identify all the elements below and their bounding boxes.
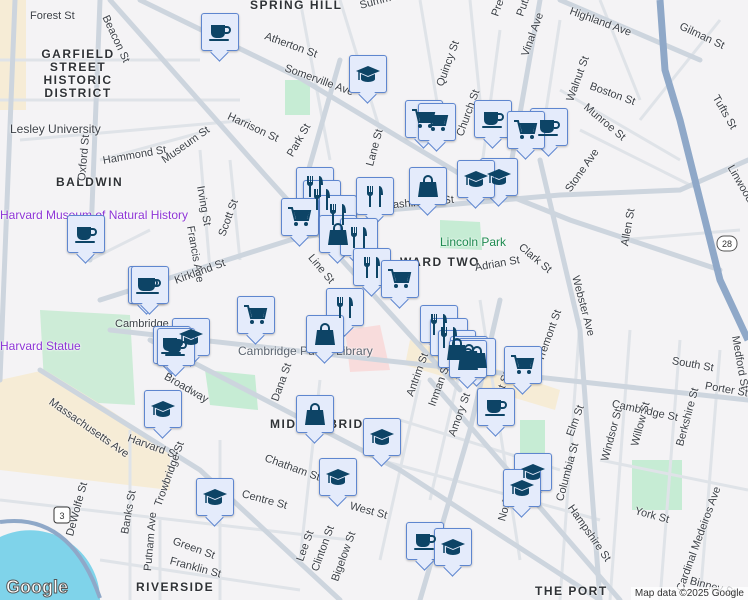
education-marker[interactable] — [319, 458, 357, 496]
shopping-marker[interactable] — [306, 315, 344, 353]
neighborhood-label: Riverside — [136, 580, 215, 594]
coffee-cup-icon — [163, 334, 189, 360]
neighborhood-label: The Port — [535, 584, 608, 598]
shopping-cart-icon — [510, 352, 536, 378]
shopping-cart-icon — [424, 109, 450, 135]
education-marker[interactable] — [196, 478, 234, 516]
park-area — [285, 80, 310, 115]
education-marker[interactable] — [363, 418, 401, 456]
route-28-shield: 28 — [716, 235, 738, 252]
education-marker[interactable] — [144, 390, 182, 428]
svg-text:3: 3 — [59, 511, 64, 521]
street-label: Forest St — [30, 10, 75, 22]
grocery-marker[interactable] — [504, 346, 542, 384]
coffee-marker[interactable] — [201, 13, 239, 51]
coffee-cup-icon — [137, 272, 163, 298]
neighborhood-label: Garfield Street Historic District — [41, 47, 115, 100]
shopping-bag-icon — [312, 321, 338, 347]
graduation-cap-icon — [509, 475, 535, 501]
poi-label[interactable]: Harvard Statue — [0, 339, 81, 353]
grocery-marker[interactable] — [381, 260, 419, 298]
graduation-cap-icon — [440, 534, 466, 560]
park-label[interactable]: Lincoln Park — [440, 235, 506, 249]
shopping-cart-icon — [243, 302, 269, 328]
coffee-cup-icon — [536, 114, 562, 140]
fork-knife-icon — [346, 224, 372, 250]
google-logo: Google — [6, 577, 69, 598]
grocery-marker[interactable] — [237, 296, 275, 334]
shopping-cart-icon — [513, 117, 539, 143]
graduation-cap-icon — [202, 484, 228, 510]
graduation-cap-icon — [355, 61, 381, 87]
graduation-cap-icon — [486, 164, 512, 190]
shopping-cart-icon — [387, 266, 413, 292]
fork-knife-icon — [332, 294, 358, 320]
map-attribution[interactable]: Map data ©2025 Google — [630, 587, 748, 600]
fork-knife-icon — [362, 183, 388, 209]
coffee-cup-icon — [73, 221, 99, 247]
restaurant-marker[interactable] — [356, 177, 394, 215]
graduation-cap-icon — [325, 464, 351, 490]
graduation-cap-icon — [369, 424, 395, 450]
shopping-bag-icon — [302, 401, 328, 427]
shopping-marker[interactable] — [409, 167, 447, 205]
graduation-cap-icon — [463, 166, 489, 192]
shopping-cart-icon — [287, 204, 313, 230]
coffee-cup-icon — [480, 106, 506, 132]
neighborhood-label: Baldwin — [56, 175, 124, 189]
shopping-bag-icon — [455, 346, 481, 372]
graduation-cap-icon — [150, 396, 176, 422]
coffee-marker[interactable] — [477, 388, 515, 426]
shopping-marker[interactable] — [296, 395, 334, 433]
shopping-bag-icon — [415, 173, 441, 199]
coffee-cup-icon — [412, 528, 438, 554]
fork-knife-icon — [359, 254, 385, 280]
grocery-marker[interactable] — [418, 103, 456, 141]
education-marker[interactable] — [349, 55, 387, 93]
education-marker[interactable] — [434, 528, 472, 566]
coffee-marker[interactable] — [67, 215, 105, 253]
coffee-marker[interactable] — [131, 266, 169, 304]
svg-text:28: 28 — [722, 239, 732, 249]
neighborhood-label: Spring Hill — [250, 0, 343, 12]
coffee-cup-icon — [483, 394, 509, 420]
coffee-cup-icon — [207, 19, 233, 45]
